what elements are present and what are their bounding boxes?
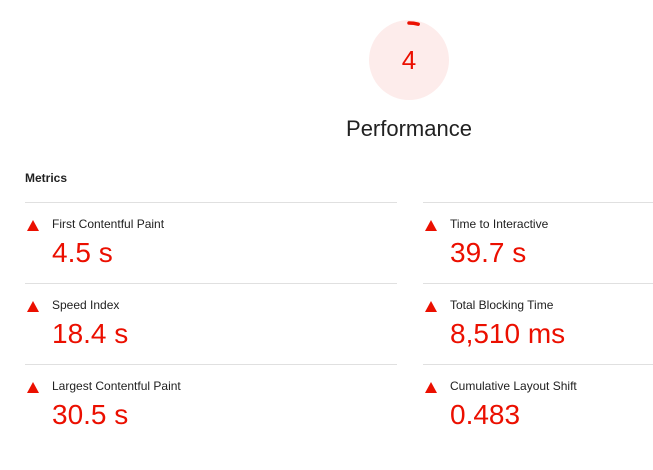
metrics-column-right: Time to Interactive 39.7 s Total Blockin… — [423, 202, 653, 445]
gauge-score-value: 4 — [401, 45, 417, 75]
metric-title: Speed Index — [52, 298, 120, 312]
metric-value: 30.5 s — [52, 399, 129, 430]
metrics-heading: Metrics — [25, 171, 68, 185]
metric-title: Cumulative Layout Shift — [450, 379, 577, 393]
metric-value: 4.5 s — [52, 237, 113, 268]
fail-triangle-icon — [27, 382, 39, 393]
fail-triangle-icon — [27, 301, 39, 312]
metric-title: Total Blocking Time — [450, 298, 554, 312]
gauge-title: Performance — [346, 116, 472, 141]
metric-first-contentful-paint: First Contentful Paint 4.5 s — [25, 202, 397, 283]
metric-time-to-interactive: Time to Interactive 39.7 s — [423, 202, 653, 283]
performance-gauge[interactable]: 4 — [369, 20, 449, 100]
metric-total-blocking-time: Total Blocking Time 8,510 ms — [423, 283, 653, 364]
metric-title: Largest Contentful Paint — [52, 379, 181, 393]
metric-title: Time to Interactive — [450, 217, 549, 231]
fail-triangle-icon — [425, 220, 437, 231]
metrics-column-left: First Contentful Paint 4.5 s Speed Index… — [25, 202, 397, 445]
metric-speed-index: Speed Index 18.4 s — [25, 283, 397, 364]
fail-triangle-icon — [27, 220, 39, 231]
metric-value: 18.4 s — [52, 318, 129, 349]
metric-value: 39.7 s — [450, 237, 527, 268]
metric-largest-contentful-paint: Largest Contentful Paint 30.5 s — [25, 364, 397, 445]
metric-value: 8,510 ms — [450, 318, 566, 349]
metric-cumulative-layout-shift: Cumulative Layout Shift 0.483 — [423, 364, 653, 445]
metric-value: 0.483 — [450, 399, 521, 430]
metric-title: First Contentful Paint — [52, 217, 165, 231]
fail-triangle-icon — [425, 301, 437, 312]
fail-triangle-icon — [425, 382, 437, 393]
